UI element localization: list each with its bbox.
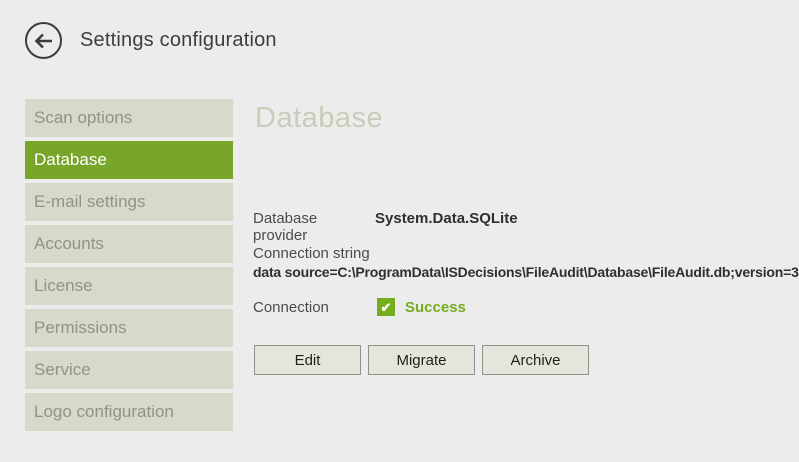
sidebar-item-label: Scan options [34, 108, 132, 128]
sidebar-item-logo-configuration[interactable]: Logo configuration [25, 393, 233, 431]
sidebar-item-label: Database [34, 150, 107, 170]
sidebar-item-license[interactable]: License [25, 267, 233, 305]
connection-label: Connection [253, 299, 377, 316]
archive-button[interactable]: Archive [482, 345, 589, 375]
action-buttons-row: Edit Migrate Archive [254, 345, 589, 375]
database-provider-label: Database provider [253, 210, 375, 244]
sidebar-item-label: License [34, 276, 93, 296]
panel-title: Database [255, 102, 383, 135]
sidebar: Scan options Database E-mail settings Ac… [25, 99, 233, 435]
database-provider-row: Database provider System.Data.SQLite [253, 210, 518, 244]
check-icon: ✔ [381, 301, 392, 314]
migrate-button[interactable]: Migrate [368, 345, 475, 375]
sidebar-item-accounts[interactable]: Accounts [25, 225, 233, 263]
connection-success-checkbox[interactable]: ✔ [377, 298, 395, 316]
sidebar-item-label: Service [34, 360, 91, 380]
page-title: Settings configuration [80, 29, 277, 52]
back-arrow-icon [33, 30, 55, 52]
back-button[interactable] [25, 22, 62, 59]
sidebar-item-database[interactable]: Database [25, 141, 233, 179]
sidebar-item-email-settings[interactable]: E-mail settings [25, 183, 233, 221]
sidebar-item-label: E-mail settings [34, 192, 145, 212]
edit-button[interactable]: Edit [254, 345, 361, 375]
connection-string-value: data source=C:\ProgramData\ISDecisions\F… [253, 264, 799, 280]
sidebar-item-label: Logo configuration [34, 402, 174, 422]
connection-string-label-row: Connection string [253, 245, 370, 263]
sidebar-item-label: Accounts [34, 234, 104, 254]
sidebar-item-label: Permissions [34, 318, 127, 338]
connection-string-label: Connection string [253, 245, 370, 262]
connection-status-text: Success [405, 299, 466, 316]
sidebar-item-permissions[interactable]: Permissions [25, 309, 233, 347]
database-provider-value: System.Data.SQLite [375, 210, 518, 227]
database-panel: Database Database provider System.Data.S… [253, 100, 799, 462]
connection-status-row: Connection ✔ Success [253, 297, 466, 317]
sidebar-item-scan-options[interactable]: Scan options [25, 99, 233, 137]
sidebar-item-service[interactable]: Service [25, 351, 233, 389]
header: Settings configuration [25, 22, 277, 59]
